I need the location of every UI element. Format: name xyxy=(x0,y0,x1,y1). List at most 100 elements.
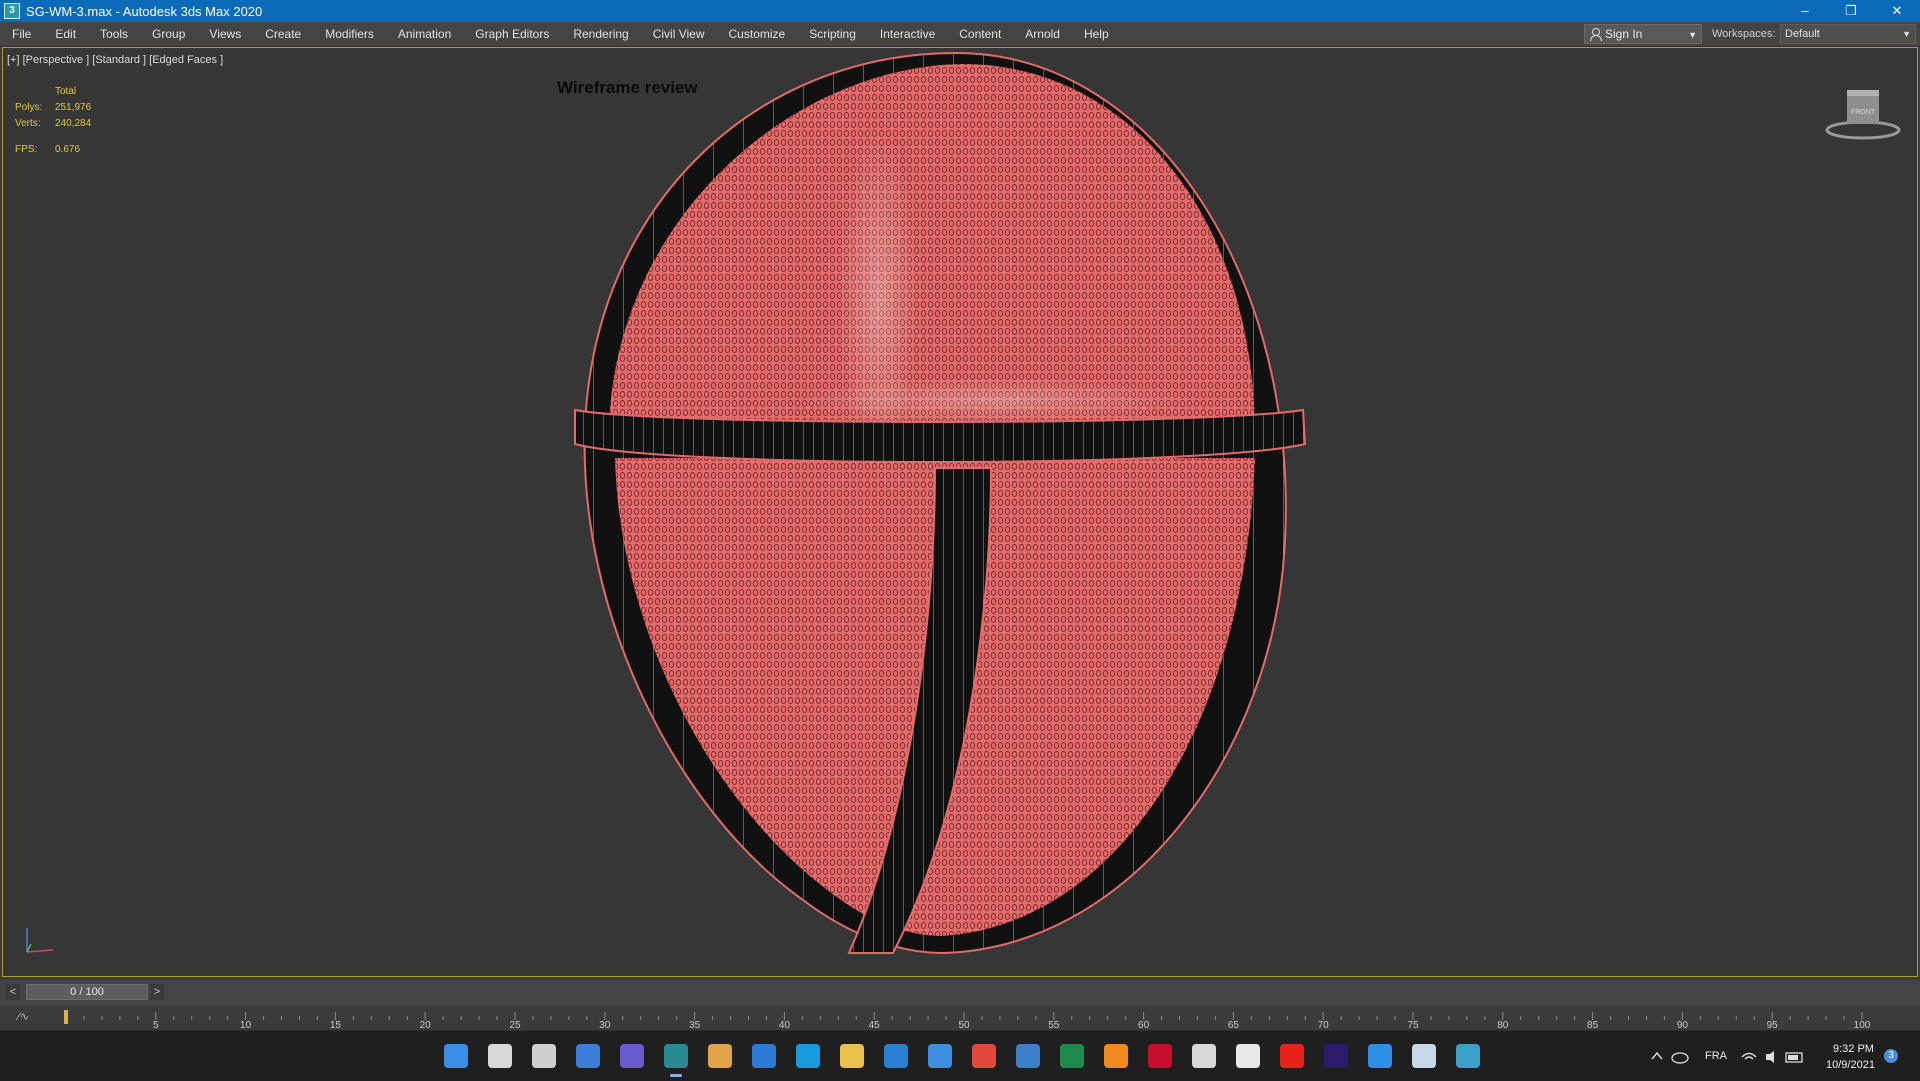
3dsmax-app-icon[interactable]: 3 xyxy=(4,3,20,19)
polys-value: 251,976 xyxy=(55,102,92,113)
statistics-overlay: Total Polys: 251,976 Verts: 240,284 FPS: 0.… xyxy=(15,84,91,158)
premiere-icon[interactable] xyxy=(1324,1044,1348,1068)
wifi-icon xyxy=(1741,1052,1757,1060)
previous-frame-button[interactable]: < xyxy=(6,984,20,1000)
restore-button[interactable]: ❐ xyxy=(1828,0,1874,22)
menu-civil-view[interactable]: Civil View xyxy=(641,22,717,46)
menu-edit[interactable]: Edit xyxy=(43,22,88,46)
clock-time[interactable]: 9:32 PM xyxy=(1833,1043,1874,1055)
timeline-tick-label: 45 xyxy=(869,1020,881,1030)
windows-start-icon[interactable] xyxy=(444,1044,468,1068)
menu-create[interactable]: Create xyxy=(253,22,313,46)
menu-modifiers[interactable]: Modifiers xyxy=(313,22,386,46)
git-icon[interactable] xyxy=(972,1044,996,1068)
menu-content[interactable]: Content xyxy=(947,22,1013,46)
menu-rendering[interactable]: Rendering xyxy=(561,22,640,46)
notification-badge[interactable]: 3 xyxy=(1884,1049,1898,1063)
menu-arnold[interactable]: Arnold xyxy=(1013,22,1072,46)
excel-icon[interactable] xyxy=(1060,1044,1084,1068)
notepad-icon[interactable] xyxy=(1412,1044,1436,1068)
workspaces-select[interactable]: Default ▼ xyxy=(1780,24,1916,44)
axis-tripod-icon xyxy=(26,928,54,953)
timeline-tick-label: 30 xyxy=(599,1020,611,1030)
timeline-tick-label: 100 xyxy=(1854,1020,1871,1030)
timeline-tick-label: 70 xyxy=(1318,1020,1330,1030)
windows-taskbar: FRA 9:32 PM 10/9/2021 3 xyxy=(0,1030,1920,1081)
fps-value: 0.676 xyxy=(55,144,81,155)
widgets-icon[interactable] xyxy=(576,1044,600,1068)
menu-scripting[interactable]: Scripting xyxy=(797,22,868,46)
mask-model-wireframe[interactable] xyxy=(563,48,1323,977)
timeline-tick-label: 65 xyxy=(1228,1020,1240,1030)
next-frame-button[interactable]: > xyxy=(150,984,164,1000)
menu-interactive[interactable]: Interactive xyxy=(868,22,947,46)
globe-icon[interactable] xyxy=(1456,1044,1480,1068)
store-icon[interactable] xyxy=(884,1044,908,1068)
chrome-icon[interactable] xyxy=(1236,1044,1260,1068)
system-tray-icons[interactable] xyxy=(1740,1049,1820,1065)
verts-label: Verts: xyxy=(15,118,41,129)
input-language[interactable]: FRA xyxy=(1705,1050,1727,1062)
timeline-tick-label: 80 xyxy=(1497,1020,1509,1030)
timeline-tick-label: 40 xyxy=(779,1020,791,1030)
file-explorer-icon[interactable] xyxy=(840,1044,864,1068)
timeline-tick-label: 10 xyxy=(240,1020,252,1030)
menu-help[interactable]: Help xyxy=(1072,22,1121,46)
timeline-tick-label: 25 xyxy=(509,1020,521,1030)
autodesk-icon[interactable] xyxy=(1192,1044,1216,1068)
workspaces-label: Workspaces: xyxy=(1712,28,1776,40)
sign-in-label: Sign In xyxy=(1605,27,1643,41)
timeline-tick-label: 75 xyxy=(1407,1020,1419,1030)
caret-down-icon: ▼ xyxy=(1688,30,1697,40)
close-button[interactable]: ✕ xyxy=(1874,0,1920,22)
teams-chat-icon[interactable] xyxy=(620,1044,644,1068)
timeline-tick-label: 95 xyxy=(1767,1020,1779,1030)
app-icon[interactable] xyxy=(1368,1044,1392,1068)
tray-icons[interactable] xyxy=(1650,1049,1700,1065)
menu-graph-editors[interactable]: Graph Editors xyxy=(463,22,561,46)
specular-highlight xyxy=(793,378,1193,422)
menu-customize[interactable]: Customize xyxy=(717,22,798,46)
task-view-icon[interactable] xyxy=(532,1044,556,1068)
youtube-icon[interactable] xyxy=(1280,1044,1304,1068)
time-slider[interactable]: < 0 / 100 > xyxy=(0,980,1920,1006)
search-icon[interactable] xyxy=(488,1044,512,1068)
blender-icon[interactable] xyxy=(1104,1044,1128,1068)
viewport-label-menu[interactable]: [+] [Perspective ] [Standard ] [Edged Fa… xyxy=(7,54,223,66)
fps-label: FPS: xyxy=(15,144,38,155)
track-bar[interactable]: ⁄∿ 5 10 15 20 25 30 35 40 45 50 55 60 65 70 75 80 85 90 95… xyxy=(0,1006,1920,1030)
menu-tools[interactable]: Tools xyxy=(88,22,140,46)
edge-dev-icon[interactable] xyxy=(752,1044,776,1068)
menu-views[interactable]: Views xyxy=(197,22,253,46)
netflix-icon[interactable] xyxy=(1148,1044,1172,1068)
chevron-up-icon xyxy=(1651,1051,1663,1060)
photos-icon[interactable] xyxy=(708,1044,732,1068)
minimize-button[interactable]: – xyxy=(1782,0,1828,22)
menu-animation[interactable]: Animation xyxy=(386,22,463,46)
network-app-icon[interactable] xyxy=(1016,1044,1040,1068)
menu-file[interactable]: File xyxy=(0,22,43,46)
mail-icon[interactable] xyxy=(928,1044,952,1068)
menu-group[interactable]: Group xyxy=(140,22,197,46)
volume-icon xyxy=(1766,1051,1774,1063)
current-frame-marker[interactable] xyxy=(64,1010,68,1024)
time-slider-thumb[interactable]: 0 / 100 xyxy=(26,984,148,1000)
timeline-tick-label: 5 xyxy=(153,1020,159,1030)
clock-date[interactable]: 10/9/2021 xyxy=(1826,1059,1875,1071)
window-title: SG-WM-3.max - Autodesk 3ds Max 2020 xyxy=(26,3,263,19)
workspaces-value: Default xyxy=(1785,28,1820,40)
timeline-tick-label: 55 xyxy=(1048,1020,1060,1030)
3dsmax-icon[interactable] xyxy=(664,1044,688,1077)
timeline-tick-label: 50 xyxy=(958,1020,970,1030)
edge-icon[interactable] xyxy=(796,1044,820,1068)
viewcube-navigator[interactable]: FRONT xyxy=(1823,84,1903,144)
timeline-tick-label: 15 xyxy=(330,1020,342,1030)
verts-value: 240,284 xyxy=(55,118,92,129)
timeline-tick-label: 20 xyxy=(420,1020,432,1030)
onedrive-icon xyxy=(1671,1052,1689,1064)
stats-header: Total xyxy=(55,86,77,97)
perspective-viewport[interactable]: [+] [Perspective ] [Standard ] [Edged Fa… xyxy=(2,47,1918,977)
sign-in-dropdown[interactable]: Sign In ▼ xyxy=(1584,24,1702,44)
timeline-tick-label: 35 xyxy=(689,1020,701,1030)
timeline-tick-label: 85 xyxy=(1587,1020,1599,1030)
